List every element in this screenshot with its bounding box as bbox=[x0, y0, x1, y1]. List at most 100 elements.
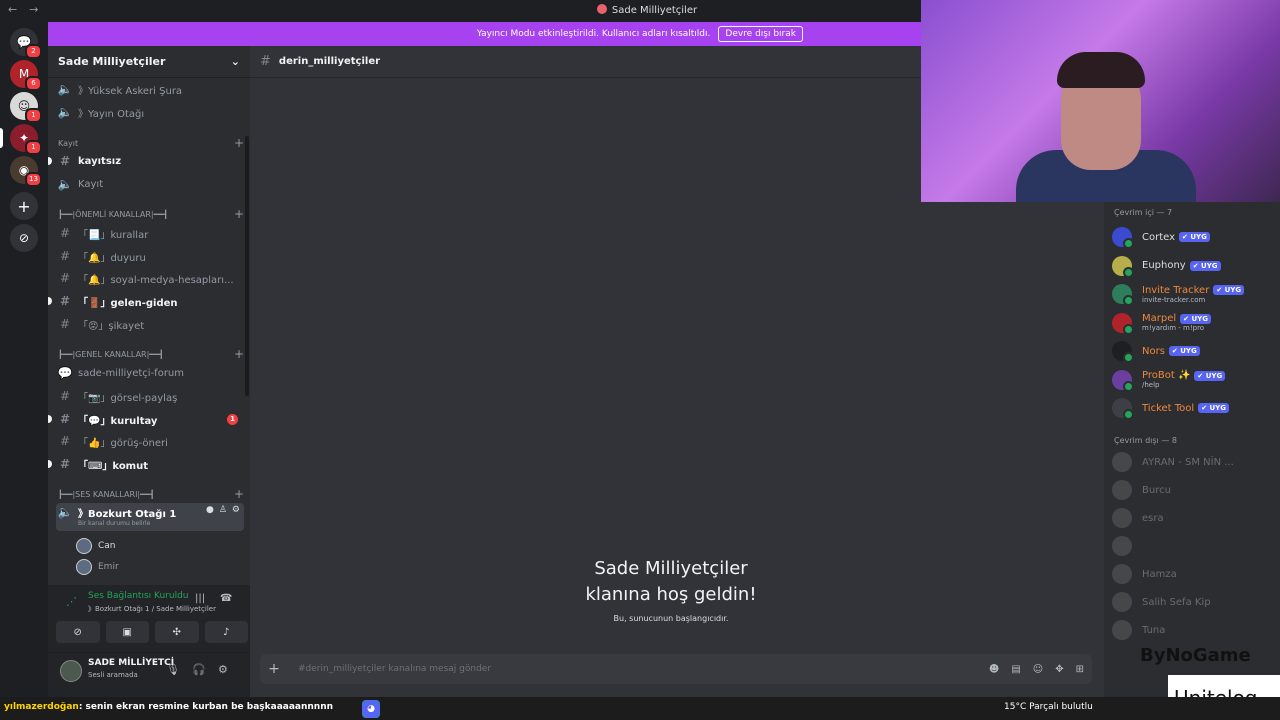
category-genel[interactable]: ┣━━|GENEL KANALLAR|━━┫ + bbox=[58, 347, 244, 361]
message-input[interactable] bbox=[298, 664, 898, 674]
member-row[interactable]: Hamza bbox=[1112, 561, 1276, 587]
channel-sikayet[interactable]: # 「😡」şikayet bbox=[56, 314, 244, 334]
member-name: Cortex bbox=[1142, 231, 1176, 243]
avatar bbox=[1112, 620, 1132, 640]
online-status-icon bbox=[1123, 323, 1134, 335]
channel-gelen-giden[interactable]: # 「🚪」gelen-giden bbox=[48, 291, 244, 311]
hash-icon: # bbox=[59, 389, 71, 403]
add-channel-icon[interactable]: + bbox=[234, 347, 244, 361]
weather-widget[interactable]: 15°C Parçalı bulutlu bbox=[1004, 702, 1093, 712]
channel-forum[interactable]: 💬 sade-milliyetçi-forum bbox=[56, 363, 244, 383]
camera-off-button[interactable]: ⊘ bbox=[56, 621, 100, 643]
voice-channel-kayit[interactable]: 🔈 Kayıt bbox=[56, 174, 244, 194]
member-row[interactable]: esra bbox=[1112, 505, 1276, 531]
disconnect-icon[interactable]: ☎ bbox=[220, 593, 232, 604]
hash-icon: # bbox=[59, 226, 71, 240]
online-status-icon bbox=[1123, 238, 1134, 249]
gift-icon[interactable]: ☻ bbox=[989, 664, 999, 675]
member-row[interactable]: Salih Sefa Kip bbox=[1112, 589, 1276, 615]
emoji-icon[interactable]: ⊞ bbox=[1076, 664, 1084, 675]
channel-duyuru[interactable]: # 「🔔」duyuru bbox=[56, 246, 244, 266]
voice-channel-actions: ● ♙ ⚙ bbox=[206, 505, 240, 515]
sticker-icon[interactable]: ☺ bbox=[1033, 664, 1043, 675]
discord-icon[interactable]: ◕ bbox=[362, 700, 380, 718]
active-server-icon[interactable]: ✦ 1 bbox=[10, 124, 42, 155]
avatar bbox=[1112, 369, 1134, 392]
voice-channel-bozkurt[interactable]: 🔈 》Bozkurt Otağı 1 Bir kanal durumu beli… bbox=[56, 503, 244, 531]
channel-kayitsiz[interactable]: # kayıtsız bbox=[48, 151, 244, 171]
bot-tag: ✔ UYG bbox=[1198, 403, 1229, 413]
member-row[interactable]: AYRAN - SM NİN ... bbox=[1112, 449, 1276, 475]
share-screen-button[interactable]: ▣ bbox=[105, 621, 149, 643]
online-status-icon bbox=[1123, 295, 1134, 306]
server-icon[interactable]: ◉ 13 bbox=[10, 156, 42, 187]
category-kayit[interactable]: Kayıt + bbox=[58, 136, 244, 150]
bot-tag: ✔ UYG bbox=[1189, 260, 1221, 271]
user-panel: SADE MİLLİYETCİ Sesli aramada 🎙 🎧 ⚙ bbox=[48, 653, 250, 697]
category-onemli[interactable]: ┣━━|ÖNEMLİ KANALLAR|━━┫ + bbox=[58, 207, 244, 221]
voice-member[interactable]: Emir bbox=[76, 559, 119, 575]
member-row[interactable] bbox=[1112, 533, 1276, 559]
headphones-icon[interactable]: 🎧 bbox=[192, 663, 206, 676]
discover-icon[interactable]: ⊘ bbox=[10, 224, 38, 252]
hash-icon: # bbox=[59, 412, 71, 426]
settings-icon[interactable]: ⚙ bbox=[232, 505, 240, 515]
sidebar-scrollbar[interactable] bbox=[245, 136, 249, 396]
gif-icon[interactable]: ▤ bbox=[1011, 664, 1020, 675]
category-ses[interactable]: ┣━━|SES KANALLARI|━━┫ + bbox=[58, 487, 244, 501]
voice-member[interactable]: Can bbox=[76, 538, 116, 554]
hash-icon: # bbox=[59, 434, 71, 448]
avatar bbox=[1112, 536, 1132, 556]
member-name: esra bbox=[1142, 512, 1164, 524]
member-row[interactable]: Nors ✔ UYG bbox=[1112, 338, 1276, 364]
member-row[interactable]: Tuna bbox=[1112, 617, 1276, 643]
member-row[interactable]: Invite Tracker ✔ UYG invite-tracker.com bbox=[1112, 281, 1276, 307]
avatar bbox=[1112, 452, 1132, 472]
voice-channel-yuksek[interactable]: 🔈 》Yüksek Askeri Şura bbox=[56, 79, 244, 99]
chevron-down-icon: ⌄ bbox=[230, 55, 240, 68]
taskbar: yılmazerdoğan: senin ekran resmine kurba… bbox=[0, 697, 1280, 720]
server-header[interactable]: Sade Milliyetçiler ⌄ bbox=[48, 46, 250, 78]
channel-gorus[interactable]: # 「👍」görüş-öneri bbox=[56, 431, 244, 451]
channel-kurallar[interactable]: # 「📃」kurallar bbox=[56, 223, 244, 243]
channel-sosyal[interactable]: # 「🔔」soyal-medya-hesapları... bbox=[56, 268, 244, 288]
avatar[interactable] bbox=[60, 660, 82, 682]
channel-gorsel[interactable]: # 「📷」görsel-paylaş bbox=[56, 386, 244, 406]
member-status: invite-tracker.com bbox=[1142, 295, 1206, 304]
voice-channel-yayin[interactable]: 🔈 》Yayın Otağı bbox=[56, 102, 244, 122]
attach-icon[interactable]: + bbox=[260, 661, 288, 677]
mention-badge: 1 bbox=[227, 413, 238, 425]
bot-tag: ✔ UYG bbox=[1194, 370, 1226, 381]
gear-icon[interactable]: ⚙ bbox=[218, 663, 228, 676]
add-server-icon[interactable]: + bbox=[10, 192, 38, 220]
member-row[interactable]: Cortex ✔ UYG bbox=[1112, 224, 1276, 250]
channel-komut[interactable]: # 「⌨」komut bbox=[48, 454, 244, 474]
channel-kurultay[interactable]: # 「💬」kurultay 1 bbox=[48, 409, 244, 429]
chat-icon[interactable]: ● bbox=[206, 505, 214, 515]
microphone-icon[interactable]: 🎙 bbox=[166, 663, 180, 676]
hash-icon: # bbox=[59, 249, 71, 263]
member-row[interactable]: Ticket Tool ✔ UYG bbox=[1112, 395, 1276, 421]
add-channel-icon[interactable]: + bbox=[234, 207, 244, 221]
member-name: Invite Tracker bbox=[1142, 284, 1210, 296]
member-row[interactable]: Euphony ✔ UYG bbox=[1112, 253, 1276, 279]
soundboard-button[interactable]: ♪ bbox=[204, 621, 248, 643]
avatar bbox=[1112, 480, 1132, 500]
add-channel-icon[interactable]: + bbox=[234, 136, 244, 150]
add-channel-icon[interactable]: + bbox=[234, 487, 244, 501]
hash-icon: # bbox=[59, 317, 71, 331]
activities-button[interactable]: ✣ bbox=[155, 621, 199, 643]
hash-icon: # bbox=[260, 54, 271, 69]
disable-streamer-mode-button[interactable]: Devre dışı bırak bbox=[718, 26, 803, 42]
channel-welcome: Sade Milliyetçiler klanına hoş geldin! B… bbox=[585, 558, 757, 623]
apps-icon[interactable]: ✥ bbox=[1055, 664, 1063, 675]
server-icon[interactable]: ☺ 1 bbox=[10, 92, 42, 123]
noise-suppression-icon[interactable]: ||| bbox=[195, 593, 205, 604]
invite-icon[interactable]: ♙ bbox=[219, 505, 227, 515]
member-row[interactable]: Marpel ✔ UYG m!yardım - m!pro bbox=[1112, 310, 1276, 336]
member-row[interactable]: ProBot ✨ ✔ UYG/help bbox=[1112, 367, 1276, 393]
server-icon[interactable]: M6 bbox=[10, 60, 42, 91]
online-status-icon bbox=[1123, 380, 1134, 392]
member-row[interactable]: Burcu bbox=[1112, 477, 1276, 503]
direct-messages-icon[interactable]: 💬 2 bbox=[10, 28, 42, 59]
